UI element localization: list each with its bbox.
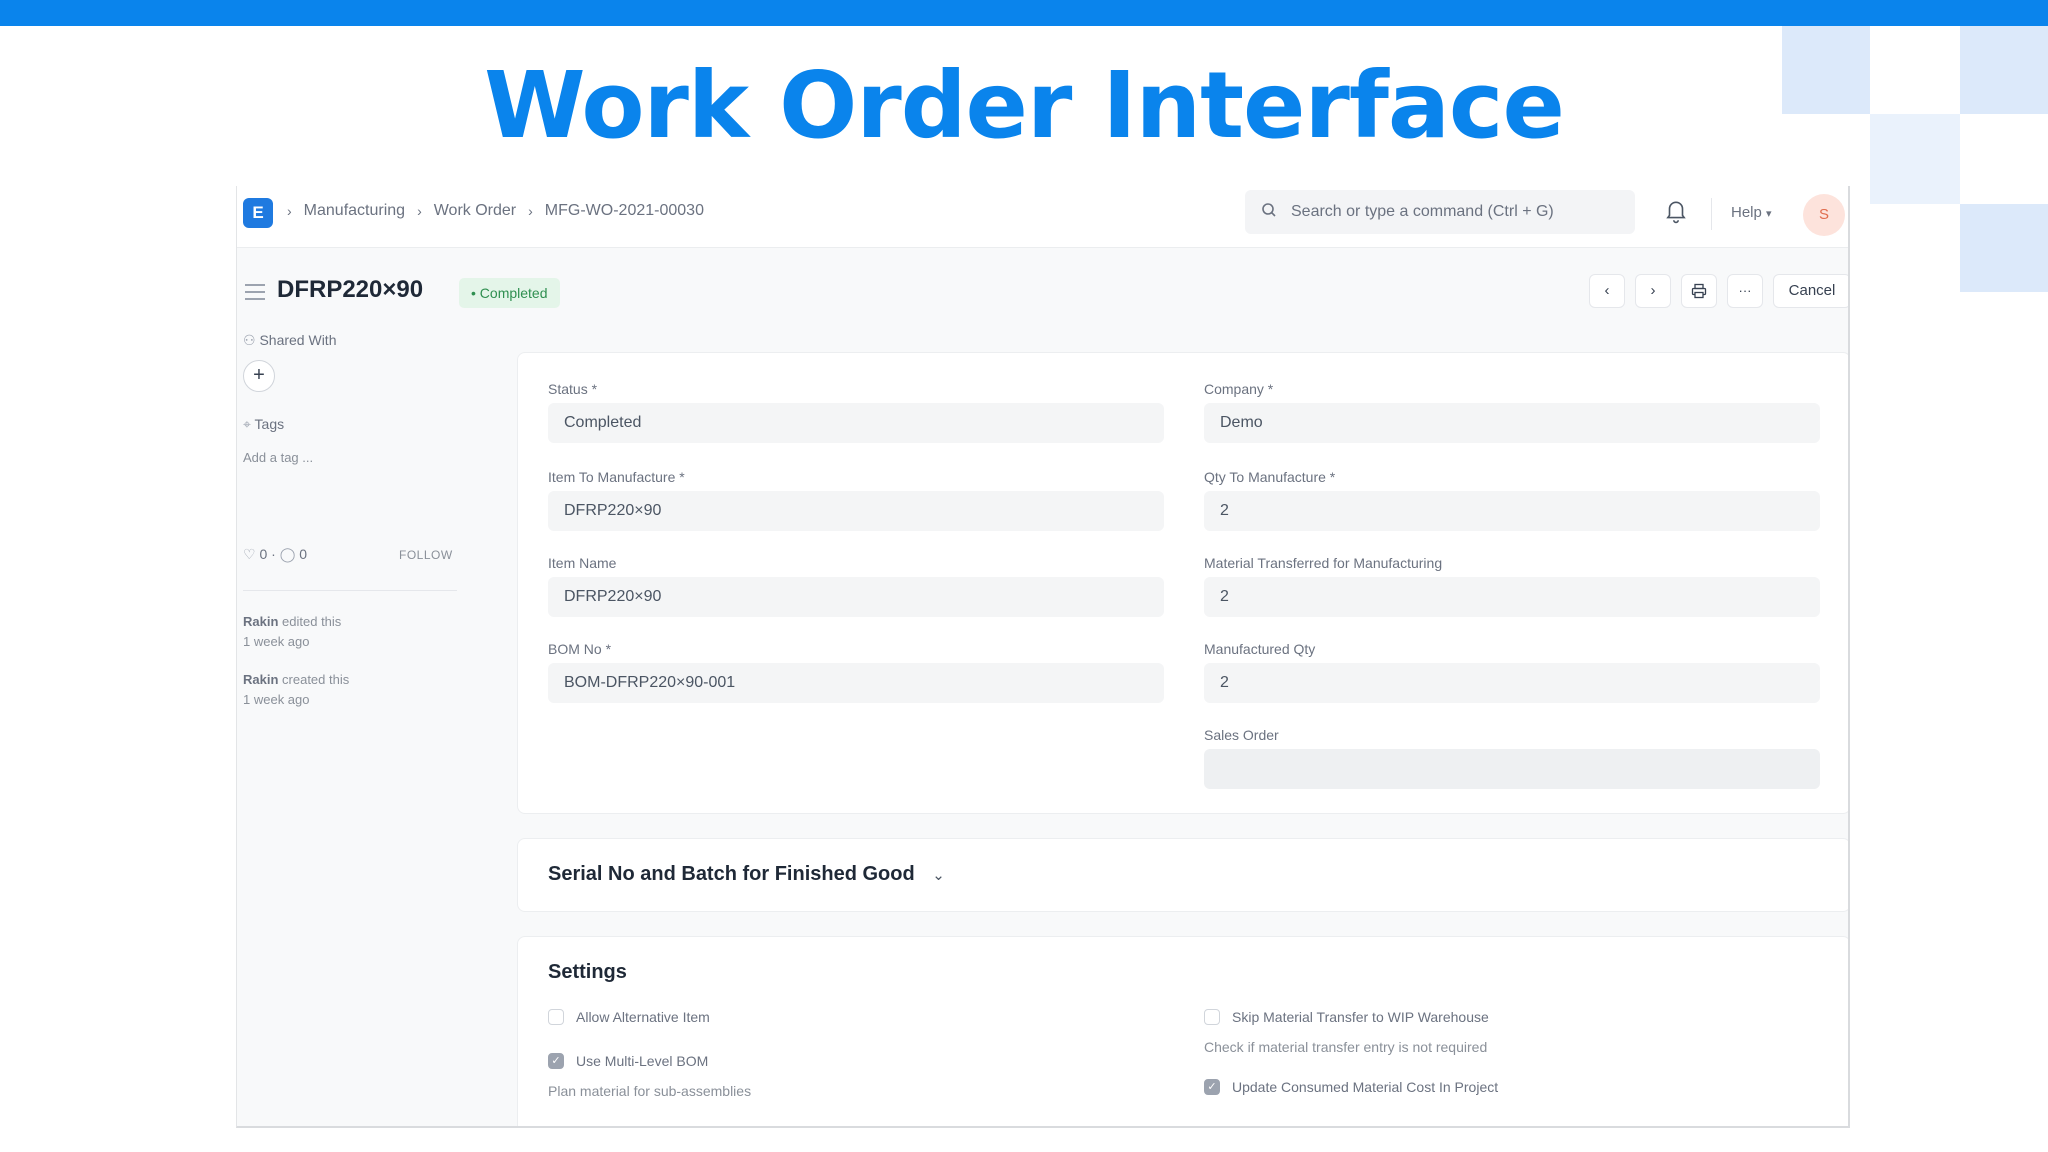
settings-title: Settings <box>548 961 627 983</box>
next-doc-button[interactable]: › <box>1635 274 1671 308</box>
chevron-down-icon: ▾ <box>1766 208 1772 220</box>
company-field[interactable]: Demo <box>1204 403 1820 443</box>
help-dropdown[interactable]: Help ▾ <box>1731 204 1772 221</box>
activity-item: Rakin edited this 1 week ago <box>243 612 341 652</box>
activity-time: 1 week ago <box>243 692 310 707</box>
chevron-right-icon: › <box>287 203 292 219</box>
breadcrumb-document[interactable]: MFG-WO-2021-00030 <box>545 202 704 220</box>
manufactured-qty-field[interactable]: 2 <box>1204 663 1820 703</box>
prev-doc-button[interactable]: ‹ <box>1589 274 1625 308</box>
sales-order-field[interactable] <box>1204 749 1820 789</box>
multi-level-bom-label: Use Multi-Level BOM <box>576 1053 709 1069</box>
breadcrumb-manufacturing[interactable]: Manufacturing <box>304 202 405 220</box>
chevron-down-icon: ⌄ <box>932 867 945 884</box>
update-cost-label: Update Consumed Material Cost In Project <box>1232 1079 1499 1095</box>
comments-count: 0 <box>299 546 308 562</box>
app-screenshot: E › Manufacturing › Work Order › MFG-WO-… <box>236 186 1850 1128</box>
item-name-field[interactable]: DFRP220×90 <box>548 577 1164 617</box>
details-card: Status * Completed Item To Manufacture *… <box>517 352 1848 814</box>
likes-count: 0 <box>259 546 268 562</box>
qty-to-manufacture-label: Qty To Manufacture * <box>1204 469 1336 485</box>
skip-transfer-checkbox[interactable] <box>1204 1009 1220 1025</box>
skip-transfer-label: Skip Material Transfer to WIP Warehouse <box>1232 1009 1489 1025</box>
menu-icon[interactable] <box>245 284 265 305</box>
activity-action: edited this <box>282 614 342 629</box>
company-label: Company * <box>1204 381 1274 397</box>
search-placeholder: Search or type a command (Ctrl + G) <box>1291 203 1554 220</box>
chevron-left-icon: ‹ <box>1604 282 1610 299</box>
item-to-manufacture-label: Item To Manufacture * <box>548 469 685 485</box>
more-actions-button[interactable]: ··· <box>1727 274 1763 308</box>
serial-batch-title-text: Serial No and Batch for Finished Good <box>548 863 915 885</box>
tags-label: Tags <box>254 416 285 432</box>
sales-order-label: Sales Order <box>1204 727 1279 743</box>
chevron-right-icon: › <box>1650 282 1656 299</box>
allow-alternative-label: Allow Alternative Item <box>576 1009 710 1025</box>
chevron-right-icon: › <box>528 203 533 219</box>
comment-icon[interactable]: ◯ <box>280 546 296 562</box>
chevron-right-icon: › <box>417 203 422 219</box>
navbar-divider <box>1711 198 1712 230</box>
search-input[interactable]: Search or type a command (Ctrl + G) <box>1245 190 1635 234</box>
follow-button[interactable]: FOLLOW <box>399 548 453 562</box>
slide-top-bar <box>0 0 2048 26</box>
heart-icon[interactable]: ♡ <box>243 546 256 562</box>
dot-separator: · <box>271 546 276 562</box>
multi-level-bom-description: Plan material for sub-assemblies <box>548 1083 752 1099</box>
manufactured-qty-label: Manufactured Qty <box>1204 641 1316 657</box>
serial-batch-section[interactable]: Serial No and Batch for Finished Good ⌄ <box>517 838 1848 912</box>
add-share-button[interactable]: + <box>243 360 275 392</box>
add-tag-link[interactable]: Add a tag ... <box>243 450 313 465</box>
navbar: E › Manufacturing › Work Order › MFG-WO-… <box>237 186 1848 248</box>
bom-no-field[interactable]: BOM-DFRP220×90-001 <box>548 663 1164 703</box>
activity-user[interactable]: Rakin <box>243 614 278 629</box>
shared-with-label: Shared With <box>259 332 337 348</box>
slide-title: Work Order Interface <box>484 52 1565 159</box>
activity-item: Rakin created this 1 week ago <box>243 670 349 710</box>
status-badge: • Completed <box>459 278 560 308</box>
tags-heading: ⌖ Tags <box>243 416 284 433</box>
update-cost-checkbox[interactable]: ✓ <box>1204 1079 1220 1095</box>
status-field[interactable]: Completed <box>548 403 1164 443</box>
material-transferred-field[interactable]: 2 <box>1204 577 1820 617</box>
material-transferred-label: Material Transferred for Manufacturing <box>1204 555 1443 571</box>
tag-icon: ⌖ <box>243 416 251 432</box>
item-to-manufacture-field[interactable]: DFRP220×90 <box>548 491 1164 531</box>
breadcrumb-work-order[interactable]: Work Order <box>434 202 516 220</box>
activity-time: 1 week ago <box>243 634 310 649</box>
qty-to-manufacture-field[interactable]: 2 <box>1204 491 1820 531</box>
breadcrumb: › Manufacturing › Work Order › MFG-WO-20… <box>287 202 704 220</box>
settings-section: Settings Allow Alternative Item ✓ Use Mu… <box>517 936 1848 1126</box>
printer-icon <box>1691 282 1707 299</box>
activity-action: created this <box>282 672 350 687</box>
bom-no-label: BOM No * <box>548 641 612 657</box>
users-icon: ⚇ <box>243 332 256 348</box>
status-label: Status * <box>548 381 598 397</box>
skip-transfer-description: Check if material transfer entry is not … <box>1204 1039 1488 1055</box>
sidebar-divider <box>243 590 457 591</box>
allow-alternative-checkbox[interactable] <box>548 1009 564 1025</box>
activity-user[interactable]: Rakin <box>243 672 278 687</box>
serial-batch-title: Serial No and Batch for Finished Good ⌄ <box>548 863 945 886</box>
like-comment-counts: ♡ 0 · ◯ 0 <box>243 546 307 563</box>
help-label: Help <box>1731 204 1762 221</box>
decor-square <box>1960 204 2048 292</box>
cancel-button[interactable]: Cancel <box>1773 274 1848 308</box>
print-button[interactable] <box>1681 274 1717 308</box>
bell-icon[interactable] <box>1663 198 1691 226</box>
shared-with-heading: ⚇ Shared With <box>243 332 337 349</box>
item-name-label: Item Name <box>548 555 617 571</box>
page-title: DFRP220×90 <box>277 276 424 303</box>
multi-level-bom-checkbox[interactable]: ✓ <box>548 1053 564 1069</box>
search-icon <box>1261 202 1277 223</box>
avatar[interactable]: S <box>1803 194 1845 236</box>
app-logo[interactable]: E <box>243 198 273 228</box>
